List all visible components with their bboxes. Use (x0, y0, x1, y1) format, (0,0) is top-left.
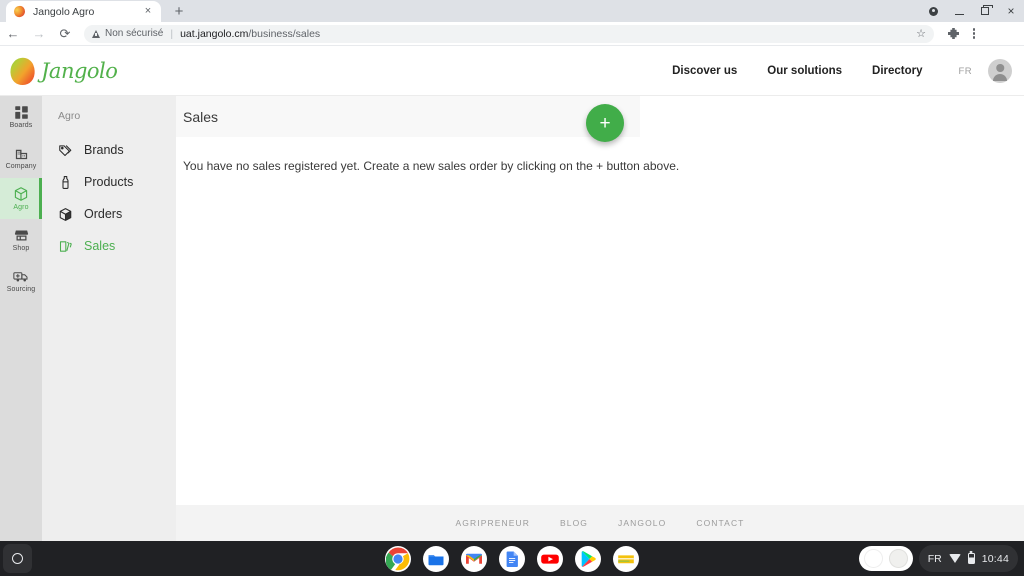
not-secure-warning-icon (92, 29, 100, 38)
extensions-puzzle-icon[interactable] (948, 28, 959, 39)
record-status-icon[interactable] (920, 0, 946, 22)
rail-item-boards[interactable]: Boards (0, 96, 42, 137)
window-controls: × (920, 0, 1024, 22)
rail-item-company[interactable]: Company (0, 137, 42, 178)
nav-discover-us[interactable]: Discover us (672, 65, 737, 77)
reload-button[interactable]: ⟳ (52, 22, 78, 46)
rail-item-sourcing[interactable]: Sourcing (0, 260, 42, 301)
forward-button[interactable]: → (26, 22, 52, 46)
bookmark-star-icon[interactable]: ☆ (916, 27, 926, 40)
notes-app-icon[interactable] (613, 545, 639, 572)
security-label: Non sécurisé (105, 28, 164, 39)
youtube-app-icon[interactable] (537, 545, 563, 572)
shelf-app-list (385, 541, 639, 576)
browser-tab[interactable]: Jangolo Agro × (6, 1, 161, 22)
launcher-circle-icon (12, 553, 23, 564)
web-page: Jangolo Discover us Our solutions Direct… (0, 47, 1024, 541)
chrome-app-icon[interactable] (385, 545, 411, 572)
brand-logo[interactable]: Jangolo (5, 53, 118, 89)
site-footer: AGRIPRENEUR BLOG JANGOLO CONTACT (176, 505, 1024, 541)
site-header: Jangolo Discover us Our solutions Direct… (0, 47, 1024, 96)
rail-label-agro: Agro (13, 204, 29, 211)
browser-toolbar: ← → ⟳ Non sécurisé | uat.jangolo.cm /bus… (0, 22, 1024, 46)
footer-link-agripreneur[interactable]: AGRIPRENEUR (456, 518, 530, 528)
sidebar-label-products: Products (84, 175, 134, 189)
tray-status-area[interactable]: FR 10:44 (918, 545, 1018, 572)
section-sidebar: Agro Brands Products Orders Sales (42, 96, 176, 541)
minimize-button[interactable] (946, 0, 972, 22)
launcher-button[interactable] (3, 544, 32, 573)
browser-menu-icon[interactable] (973, 28, 976, 39)
sidebar-item-products[interactable]: Products (42, 166, 176, 198)
sidebar-item-brands[interactable]: Brands (42, 134, 176, 166)
sidebar-item-orders[interactable]: Orders (42, 198, 176, 230)
omnibox-separator: | (170, 27, 174, 40)
system-shelf: FR 10:44 (0, 541, 1024, 576)
battery-icon (967, 553, 975, 564)
mango-favicon-icon (12, 4, 27, 19)
files-app-icon[interactable] (423, 545, 449, 572)
rail-label-shop: Shop (12, 244, 30, 252)
add-sale-button[interactable]: + (586, 104, 624, 142)
boards-grid-icon (14, 105, 28, 119)
new-tab-button[interactable]: + (170, 2, 188, 20)
footer-link-jangolo[interactable]: JANGOLO (618, 518, 666, 528)
nav-directory[interactable]: Directory (872, 65, 923, 77)
account-avatar-icon[interactable] (988, 59, 1012, 83)
brand-name: Jangolo (41, 59, 118, 83)
rail-label-sourcing: Sourcing (6, 285, 36, 293)
play-store-app-icon[interactable] (575, 545, 601, 572)
sidebar-label-brands: Brands (84, 143, 124, 157)
clock: 10:44 (981, 552, 1009, 565)
wifi-icon (948, 554, 961, 563)
close-window-button[interactable]: × (998, 0, 1024, 22)
box-icon (56, 207, 74, 222)
rail-label-boards: Boards (9, 121, 33, 129)
page-title: Sales (183, 108, 219, 125)
bottle-icon (56, 175, 74, 190)
omnibox-right: ☆ (916, 27, 926, 40)
sourcing-truck-icon (13, 271, 28, 281)
sidebar-label-orders: Orders (84, 207, 123, 221)
url-host: uat.jangolo.cm (180, 27, 249, 40)
sidebar-label-sales: Sales (84, 239, 116, 253)
maximize-button[interactable] (972, 0, 998, 22)
rail-label-company: Company (5, 162, 37, 170)
sidebar-item-sales[interactable]: Sales (42, 230, 176, 262)
main-content: Sales + You have no sales registered yet… (176, 96, 1024, 505)
sidebar-section-title: Agro (58, 110, 81, 122)
site-nav: Discover us Our solutions Directory FR (642, 59, 1024, 83)
screen: Jangolo Agro × + × ← → ⟳ Non sécurisé | … (0, 0, 1024, 576)
tab-close-icon[interactable]: × (141, 5, 155, 19)
language-switcher[interactable]: FR (959, 66, 972, 77)
rail-item-shop[interactable]: Shop (0, 219, 42, 260)
footer-link-contact[interactable]: CONTACT (696, 518, 744, 528)
agro-box-icon (14, 187, 28, 201)
tray-toggle-pill[interactable] (858, 546, 913, 571)
system-tray: FR 10:44 (858, 545, 1018, 572)
docs-app-icon[interactable] (499, 545, 525, 572)
tray-language: FR (927, 552, 942, 565)
nav-our-solutions[interactable]: Our solutions (767, 65, 842, 77)
gmail-app-icon[interactable] (461, 545, 487, 572)
tab-title: Jangolo Agro (33, 5, 95, 18)
shop-store-icon (14, 230, 28, 240)
app-icon-rail: Boards Company Agro Shop Sourcing (0, 96, 42, 541)
company-building-icon (15, 149, 27, 159)
url-path: /business/sales (248, 27, 321, 40)
footer-link-blog[interactable]: BLOG (560, 518, 588, 528)
mango-logo-icon (5, 53, 40, 89)
receipts-icon (56, 239, 74, 254)
content-header: Sales + (176, 96, 640, 142)
empty-state-message: You have no sales registered yet. Create… (183, 159, 680, 173)
back-button[interactable]: ← (0, 22, 26, 46)
address-bar[interactable]: Non sécurisé | uat.jangolo.cm /business/… (84, 24, 934, 43)
rail-item-agro[interactable]: Agro (0, 178, 42, 219)
browser-tab-strip: Jangolo Agro × + × (0, 0, 1024, 22)
tags-icon (56, 143, 74, 158)
